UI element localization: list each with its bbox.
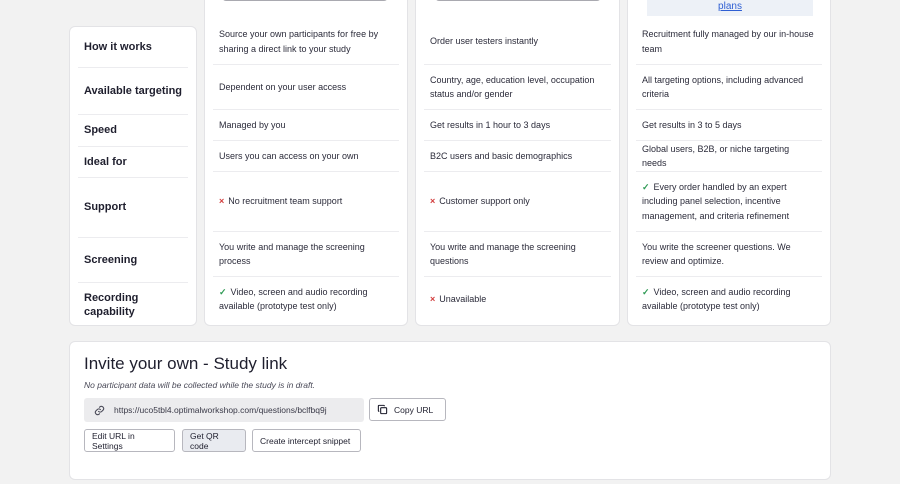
- label-text: Recording capability: [84, 291, 139, 319]
- row-label-recording: Recording capability: [78, 282, 188, 327]
- row-label-screening: Screening: [78, 237, 188, 282]
- label-text: Screening: [84, 253, 138, 266]
- check-icon: ✓: [642, 181, 650, 192]
- cell-support: ✓ Every order handled by an expert includ…: [636, 171, 822, 231]
- cell-speed: Get results in 3 to 5 days: [636, 109, 822, 140]
- cell-targeting: Dependent on your user access: [213, 64, 399, 109]
- label-text: Ideal for: [84, 155, 127, 168]
- cell-targeting: Country, age, education level, occupatio…: [424, 64, 611, 109]
- cell-text: Customer support only: [439, 196, 530, 207]
- cell-ideal-for: B2C users and basic demographics: [424, 140, 611, 171]
- cell-screening: You write and manage the screening proce…: [213, 231, 399, 276]
- option-card-managed-recruitment: plans Recruitment fully managed by our i…: [627, 0, 831, 326]
- row-label-support: Support: [78, 177, 188, 237]
- cell-text: Unavailable: [439, 293, 487, 304]
- cell-text: Get results in 3 to 5 days: [642, 119, 742, 130]
- study-url-field[interactable]: https://uco5tbl4.optimalworkshop.com/que…: [84, 398, 364, 422]
- cell-text: Video, screen and audio recording availa…: [219, 286, 368, 312]
- label-text: Support: [84, 201, 127, 214]
- option-card-own-link: Source your own participants for free by…: [204, 0, 408, 326]
- cell-recording: × Unavailable: [424, 276, 611, 321]
- study-url-text: https://uco5tbl4.optimalworkshop.com/que…: [114, 405, 327, 415]
- invite-study-link-section: Invite your own - Study link No particip…: [69, 341, 831, 480]
- draft-note: No participant data will be collected wh…: [84, 380, 316, 390]
- cell-text: Get results in 1 hour to 3 days: [430, 119, 551, 130]
- cell-text: Recruitment fully managed by our in-hous…: [642, 29, 814, 54]
- plans-banner: plans: [647, 0, 813, 16]
- copy-url-button[interactable]: Copy URL: [369, 398, 446, 421]
- row-label-speed: Speed: [78, 114, 188, 146]
- select-option-button[interactable]: [435, 0, 601, 1]
- cell-support: × Customer support only: [424, 171, 611, 231]
- cell-ideal-for: Global users, B2B, or niche targeting ne…: [636, 140, 822, 171]
- label-text: Available targeting: [84, 84, 183, 97]
- cell-text: Order user testers instantly: [430, 36, 539, 47]
- link-icon: [84, 405, 114, 416]
- row-labels-card: How it works Available targeting Speed I…: [69, 26, 197, 326]
- cell-text: Global users, B2B, or niche targeting ne…: [642, 143, 790, 169]
- cross-icon: ×: [430, 196, 436, 207]
- cross-icon: ×: [430, 293, 436, 304]
- copy-url-label: Copy URL: [394, 404, 434, 415]
- cross-icon: ×: [219, 196, 225, 207]
- plans-link[interactable]: plans: [647, 1, 813, 12]
- copy-icon: [377, 404, 388, 415]
- cell-how-it-works: Recruitment fully managed by our in-hous…: [636, 19, 822, 64]
- cell-screening: You write and manage the screening quest…: [424, 231, 611, 276]
- cell-speed: Get results in 1 hour to 3 days: [424, 109, 611, 140]
- cell-text: B2C users and basic demographics: [430, 150, 573, 161]
- option-card-order-testers: Order user testers instantly Country, ag…: [415, 0, 620, 326]
- label-text: Speed: [84, 124, 118, 137]
- cell-how-it-works: Source your own participants for free by…: [213, 19, 399, 64]
- check-icon: ✓: [219, 286, 227, 297]
- get-qr-code-button[interactable]: Get QR code: [182, 429, 246, 452]
- cell-text: Users you can access on your own: [219, 150, 359, 161]
- row-label-targeting: Available targeting: [78, 67, 188, 114]
- cell-text: Video, screen and audio recording availa…: [642, 286, 791, 312]
- edit-url-button[interactable]: Edit URL in Settings: [84, 429, 175, 452]
- cell-text: You write and manage the screening quest…: [430, 241, 576, 267]
- cell-speed: Managed by you: [213, 109, 399, 140]
- select-option-button[interactable]: [222, 0, 388, 1]
- cell-text: You write and manage the screening proce…: [219, 241, 365, 267]
- cell-text: All targeting options, including advance…: [642, 74, 804, 100]
- row-label-how-it-works: How it works: [78, 27, 188, 67]
- row-label-ideal-for: Ideal for: [78, 146, 188, 177]
- create-intercept-snippet-button[interactable]: Create intercept snippet: [252, 429, 361, 452]
- cell-support: × No recruitment team support: [213, 171, 399, 231]
- cell-text: Country, age, education level, occupatio…: [430, 74, 595, 100]
- invite-title: Invite your own - Study link: [84, 354, 288, 373]
- cell-screening: You write the screener questions. We rev…: [636, 231, 822, 276]
- cell-ideal-for: Users you can access on your own: [213, 140, 399, 171]
- cell-text: Every order handled by an expert includi…: [642, 181, 790, 221]
- cell-recording: ✓ Video, screen and audio recording avail…: [636, 276, 822, 321]
- check-icon: ✓: [642, 286, 650, 297]
- cell-text: Source your own participants for free by…: [219, 29, 379, 54]
- cell-targeting: All targeting options, including advance…: [636, 64, 822, 109]
- cell-text: Dependent on your user access: [219, 81, 347, 92]
- label-text: How it works: [84, 40, 152, 53]
- cell-text: Managed by you: [219, 119, 286, 130]
- cell-text: No recruitment team support: [228, 196, 343, 207]
- cell-how-it-works: Order user testers instantly: [424, 19, 611, 64]
- cell-recording: ✓ Video, screen and audio recording avail…: [213, 276, 399, 321]
- cell-text: You write the screener questions. We rev…: [642, 241, 791, 267]
